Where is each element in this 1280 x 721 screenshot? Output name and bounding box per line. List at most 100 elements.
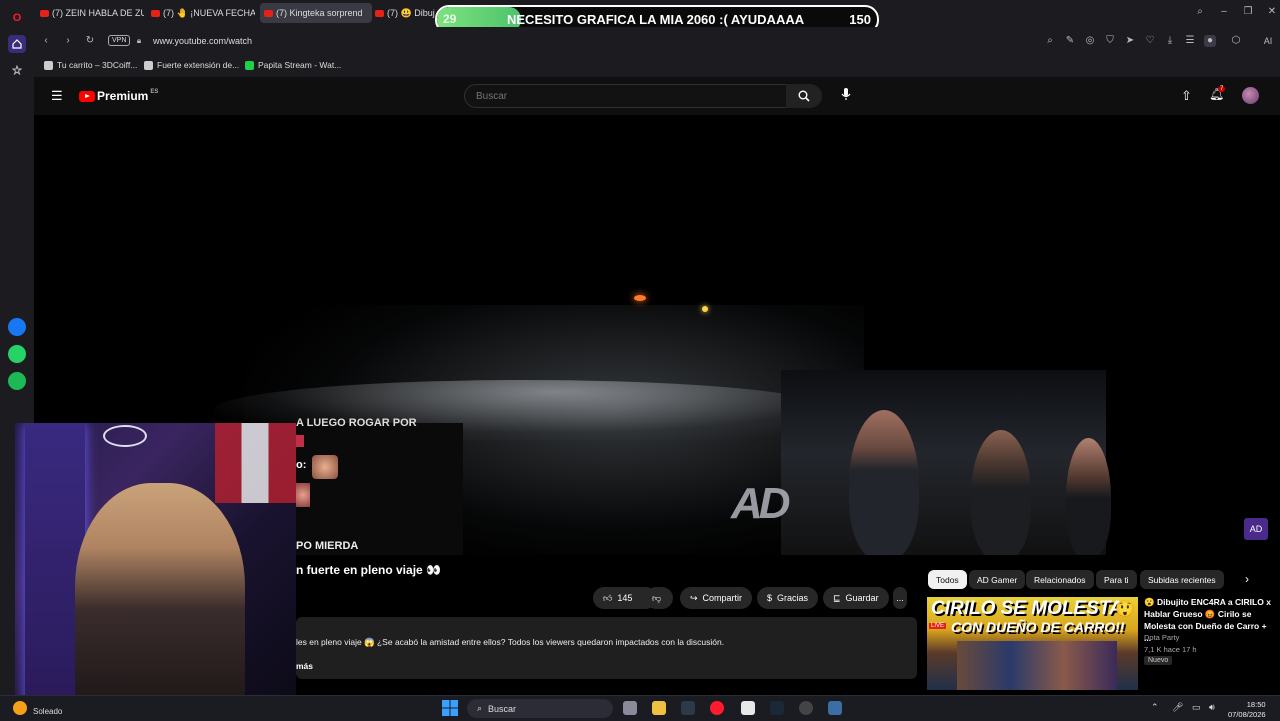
tab-2[interactable]: (7) 🤚 ¡NUEVA FECHA par [151, 3, 255, 23]
shocked-emoji-icon: 😲 [1115, 601, 1135, 618]
emote-icon [296, 435, 304, 447]
save-button[interactable]: ⊑ Guardar [823, 587, 889, 609]
search-button[interactable] [786, 84, 822, 108]
ai-button[interactable]: AI [1258, 35, 1278, 47]
weather-sun-icon[interactable] [13, 701, 27, 715]
upload-icon[interactable]: ⇧ [1181, 88, 1192, 104]
channel-branding-icon[interactable]: AD [1244, 518, 1268, 540]
opera-logo-icon[interactable]: O [8, 9, 26, 27]
lock-icon[interactable]: 🔒︎ [133, 35, 145, 47]
url-field[interactable]: www.youtube.com/watch [153, 36, 252, 46]
search-icon: ⌕ [477, 703, 483, 713]
hamburger-menu-icon[interactable]: ☰ [51, 88, 63, 104]
bookmark-2[interactable]: Fuerte extensión de... [144, 60, 239, 70]
chip-for-you[interactable]: Para ti [1096, 570, 1137, 589]
download-icon[interactable]: ⤓ [1164, 35, 1176, 47]
bookmark-icon: ⊑ [833, 592, 841, 603]
microphone-icon[interactable] [840, 87, 852, 101]
chat-username-fragment: o: [296, 459, 307, 471]
edit-icon[interactable]: ✎ [1064, 35, 1076, 47]
tail-light [634, 295, 646, 301]
bookmark-1[interactable]: Tu carrito – 3DCoiff... [44, 60, 137, 70]
recommended-channel[interactable]: Dota Party [1144, 632, 1197, 644]
close-window-icon[interactable]: ✕ [1266, 6, 1278, 18]
share-button[interactable]: ↪ Compartir [680, 587, 753, 609]
app-icon[interactable] [681, 701, 695, 715]
tab-active[interactable]: (7) Kingteka sorprend [260, 3, 372, 23]
search-input[interactable] [474, 90, 778, 103]
notepad-icon[interactable] [741, 701, 755, 715]
opera-browser-icon[interactable] [710, 701, 724, 715]
chip-recent-uploads[interactable]: Subidas recientes [1140, 570, 1224, 589]
chip-all[interactable]: Todos [928, 570, 967, 589]
camera-icon[interactable]: ◎ [1084, 35, 1096, 47]
thumbs-down-icon: 👎︎ [652, 592, 662, 603]
search-icon [798, 90, 810, 102]
restore-icon[interactable]: ❐ [1242, 6, 1254, 18]
send-icon[interactable]: ➤ [1124, 35, 1136, 47]
show-more-link[interactable]: más [296, 661, 313, 671]
chevron-up-icon[interactable]: ⌃ [1151, 702, 1159, 713]
home-icon[interactable] [8, 35, 26, 53]
messenger-icon[interactable] [8, 318, 26, 336]
search-box [464, 84, 788, 108]
dislike-button[interactable]: 👎︎ [645, 587, 673, 609]
recommended-views-age: 7,1 K hace 17 h [1144, 645, 1197, 654]
thanks-button[interactable]: $ Gracias [757, 587, 819, 609]
back-icon[interactable]: ‹ [40, 35, 52, 47]
chat-message: PO MIERDA [296, 540, 359, 552]
video-title: n fuerte en pleno viaje 👀 [296, 563, 441, 577]
thumbnail-headline: CIRILO SE MOLESTA [931, 598, 1123, 619]
chevron-right-icon[interactable]: › [1245, 572, 1249, 586]
forward-icon[interactable]: › [62, 35, 74, 47]
settings-gear-icon[interactable] [828, 701, 842, 715]
bookmark-3[interactable]: Papita Stream - Wat... [245, 60, 341, 70]
volume-icon[interactable]: 🔊︎ [1209, 702, 1215, 713]
more-actions-button[interactable]: ... [893, 587, 907, 609]
windows-start-icon[interactable] [442, 700, 458, 716]
tab-4[interactable]: (7) 😃 Dibuji [375, 3, 435, 23]
taskbar-search[interactable]: ⌕ Buscar [467, 699, 613, 718]
shield-icon[interactable]: ⛉ [1104, 35, 1116, 47]
date: 07/08/2026 [1228, 710, 1266, 719]
emote-face-icon [312, 455, 338, 479]
super-thanks-icon: $ [767, 593, 773, 603]
description-box[interactable]: les en pleno viaje 😱 ¿Se acabó la amista… [296, 617, 917, 679]
task-view-icon[interactable] [623, 701, 637, 715]
clock[interactable]: 18:50 07/08/2026 [1228, 700, 1266, 720]
microphone-tray-icon[interactable]: 🎤︎ [1172, 702, 1183, 713]
tab-1[interactable]: (7) ZEIN HABLA DE ZULLY [40, 3, 144, 23]
search-tabs-icon[interactable]: ⌕ [1194, 6, 1206, 18]
new-badge: Nuevo [1144, 656, 1173, 665]
menu-icon[interactable]: ☰ [1184, 35, 1196, 47]
goal-current-count: 29 [443, 12, 457, 26]
file-explorer-icon[interactable] [652, 701, 666, 715]
youtube-favicon-icon [375, 9, 384, 17]
passenger-3 [1066, 438, 1111, 555]
reload-icon[interactable]: ↻ [84, 35, 96, 47]
zoom-icon[interactable]: ⌕ [1044, 35, 1056, 47]
whatsapp-icon[interactable] [8, 345, 26, 363]
profile-icon[interactable]: ● [1204, 35, 1216, 47]
thumbnail-subline: CON DUEÑO DE CARRO!! [951, 619, 1125, 635]
spotify-icon[interactable] [8, 372, 26, 390]
more-icon: ... [896, 593, 904, 603]
minimize-icon[interactable]: – [1218, 6, 1230, 18]
app-icon[interactable] [799, 701, 813, 715]
vpn-badge[interactable]: VPN [108, 35, 131, 46]
youtube-premium-logo[interactable]: Premium ES [79, 89, 158, 103]
weather-label[interactable]: Soleado [33, 707, 62, 716]
youtube-favicon-icon [151, 9, 160, 17]
in-car-camera-inset [781, 370, 1111, 555]
extension-icon[interactable]: ⬡ [1230, 35, 1242, 47]
avatar[interactable] [1242, 87, 1259, 104]
steam-icon[interactable] [770, 701, 784, 715]
recommended-thumbnail[interactable]: CIRILO SE MOLESTA CON DUEÑO DE CARRO!! L… [927, 597, 1138, 690]
pinboard-icon[interactable] [8, 61, 26, 79]
network-icon[interactable]: ▭ [1192, 702, 1201, 713]
heart-icon[interactable]: ♡ [1144, 35, 1156, 47]
chip-ad-gamer[interactable]: AD Gamer [969, 570, 1026, 589]
youtube-favicon-icon [264, 9, 273, 17]
chip-related[interactable]: Relacionados [1026, 570, 1094, 589]
windows-taskbar: Soleado ⌕ Buscar ⌃ 🎤︎ ▭ 🔊︎ 18:50 07/08/20… [0, 695, 1280, 721]
